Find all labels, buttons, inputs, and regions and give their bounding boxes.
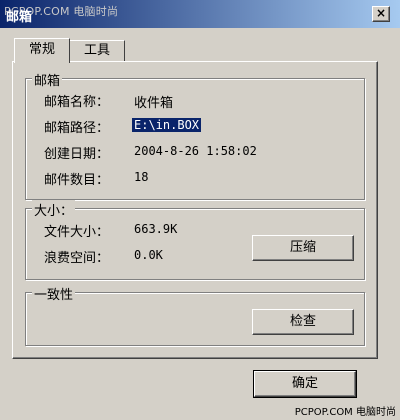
created-date-label: 创建日期： xyxy=(44,147,110,162)
ok-button[interactable]: 确定 xyxy=(253,370,357,398)
tab-general[interactable]: 常规 xyxy=(14,38,70,63)
mailbox-name-value: 收件箱 xyxy=(134,96,174,111)
check-button[interactable]: 检查 xyxy=(252,309,354,335)
tab-panel-general: 邮箱 邮箱名称： 收件箱 邮箱路径： E:\in.BOX 创建日期： 2004-… xyxy=(12,61,378,359)
title-bar[interactable]: PCPOP.COM 电脑时尚 邮箱 × xyxy=(0,0,400,28)
mailbox-group: 邮箱 邮箱名称： 收件箱 邮箱路径： E:\in.BOX 创建日期： 2004-… xyxy=(25,70,365,200)
wasted-space-value: 0.0K xyxy=(134,248,163,262)
mailbox-path-value[interactable]: E:\in.BOX xyxy=(132,118,202,132)
wasted-space-label: 浪费空间： xyxy=(44,251,110,266)
close-button[interactable]: × xyxy=(372,6,390,22)
file-size-label: 文件大小： xyxy=(44,225,110,240)
close-icon: × xyxy=(375,6,387,20)
file-size-value: 663.9K xyxy=(134,222,178,236)
consistency-group-label: 一致性 xyxy=(32,284,76,303)
mailbox-group-label: 邮箱 xyxy=(32,70,63,89)
consistency-group: 一致性 检查 xyxy=(25,284,365,346)
compress-button[interactable]: 压缩 xyxy=(252,235,354,261)
mailbox-name-label: 邮箱名称： xyxy=(44,95,110,110)
created-date-value: 2004-8-26 1:58:02 xyxy=(134,144,257,158)
mail-count-label: 邮件数目： xyxy=(44,173,110,188)
window-title: 邮箱 xyxy=(6,10,33,25)
tab-tools[interactable]: 工具 xyxy=(69,40,125,61)
mail-count-value: 18 xyxy=(134,170,149,184)
size-group-label: 大小： xyxy=(32,200,76,219)
mailbox-path-label: 邮箱路径： xyxy=(44,121,110,136)
footer-watermark: PCPOP.COM 电脑时尚 xyxy=(294,407,396,418)
size-group: 大小： 文件大小： 663.9K 浪费空间： 0.0K 压缩 xyxy=(25,200,365,280)
